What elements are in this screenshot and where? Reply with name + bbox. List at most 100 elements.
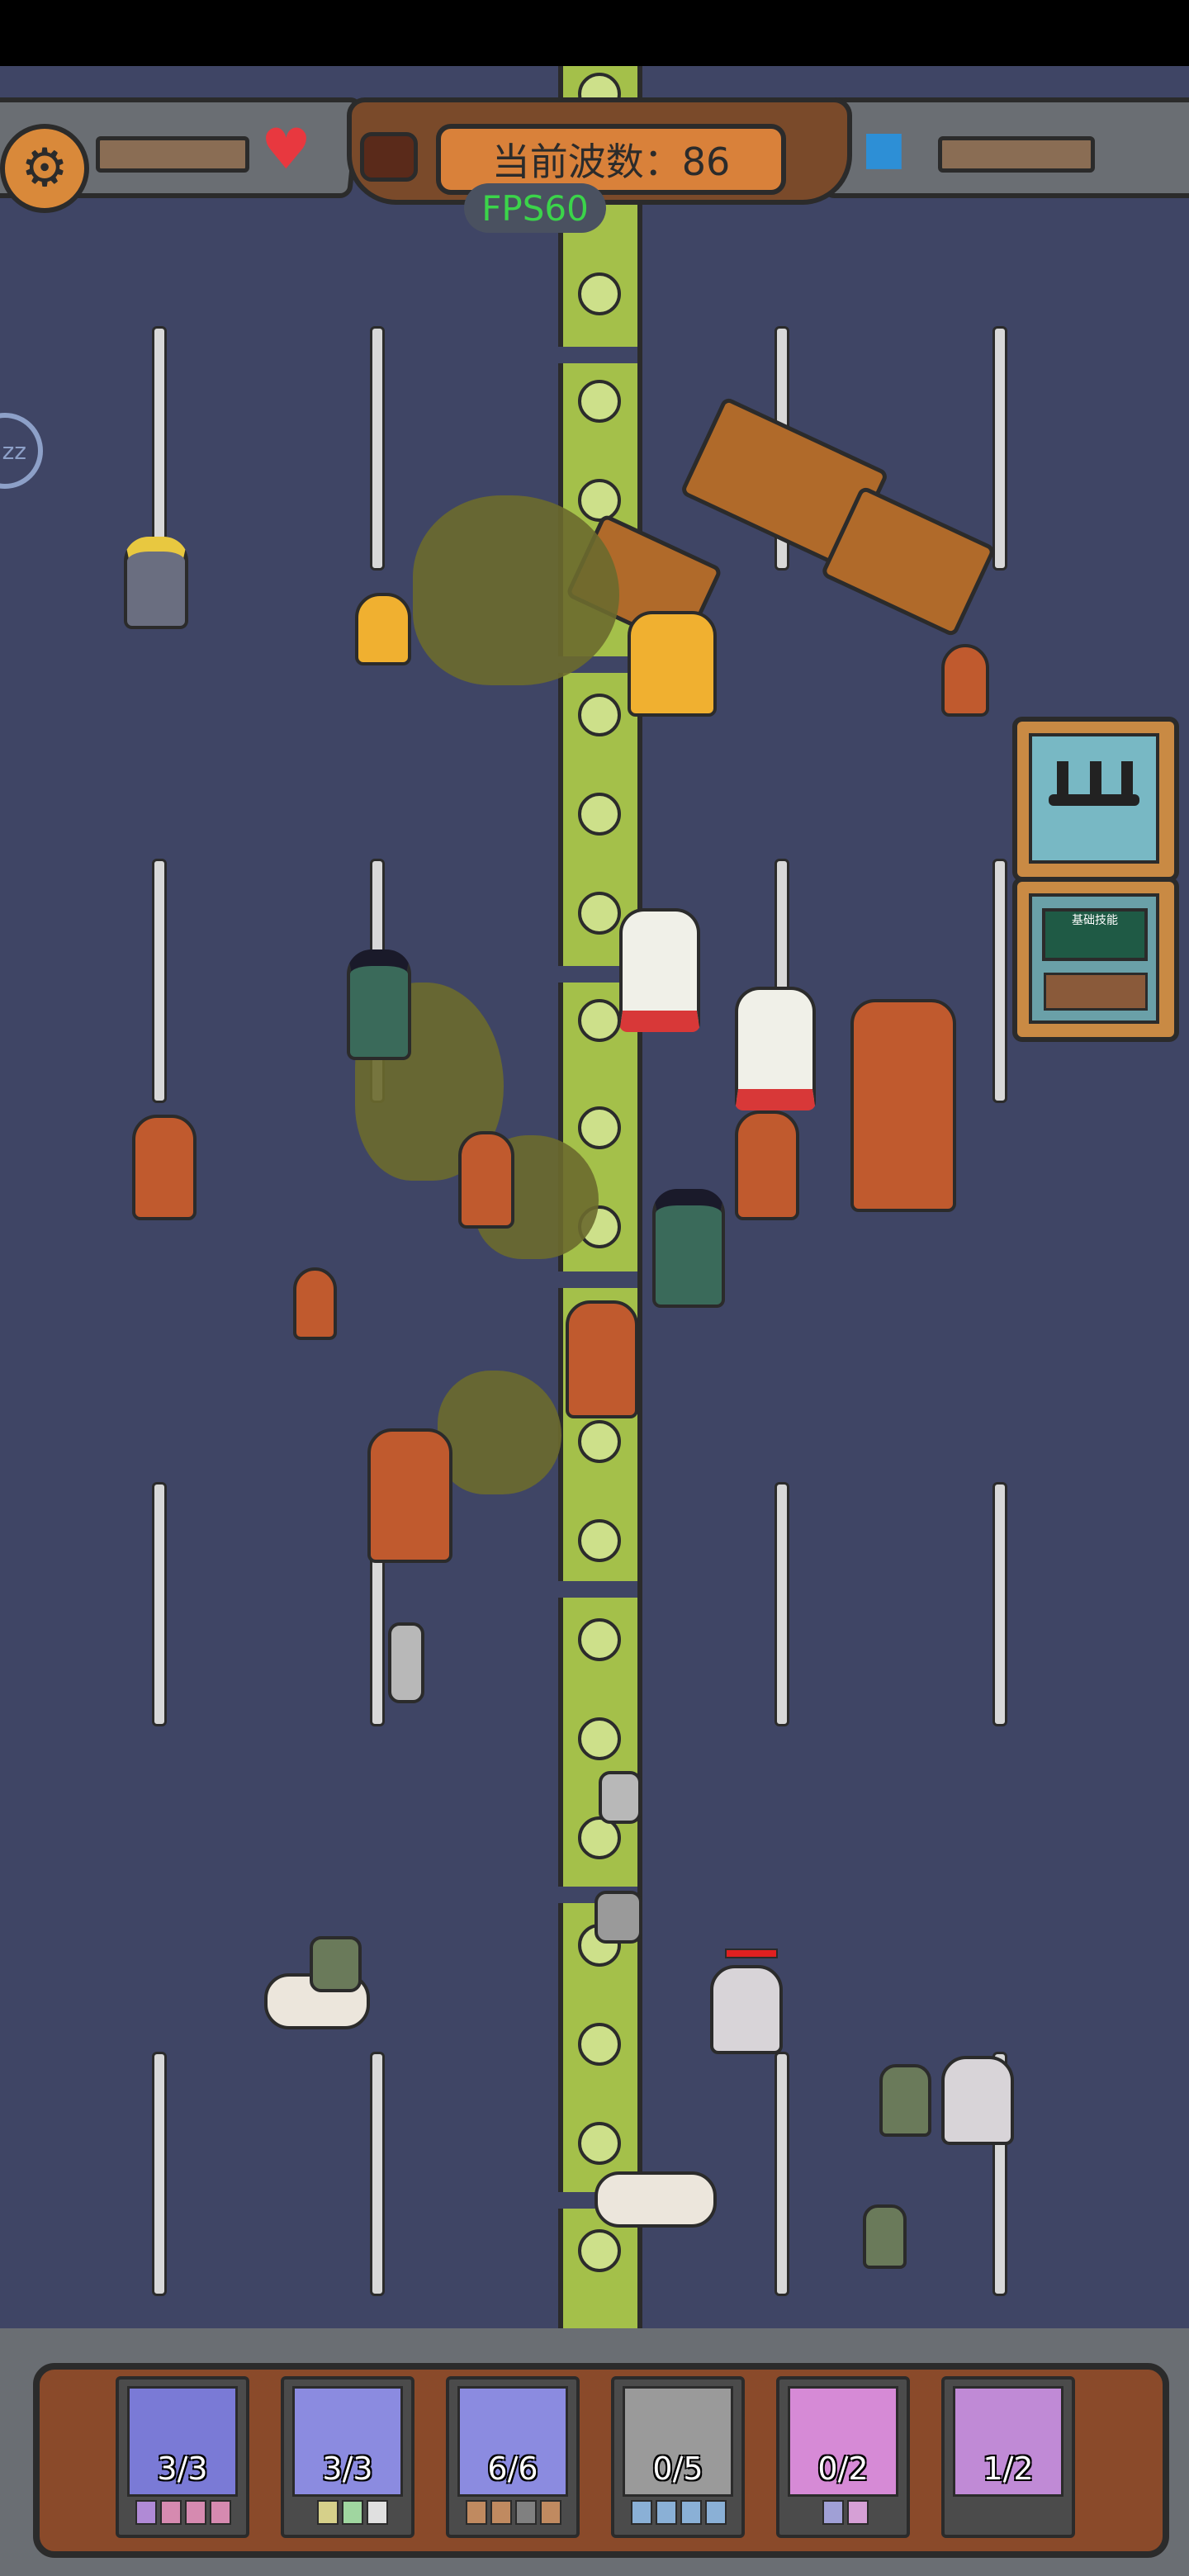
tree-icon bbox=[578, 1519, 621, 1562]
blackboard-icon: 基础技能 bbox=[1029, 893, 1159, 1024]
side-tab-button[interactable]: zz bbox=[0, 413, 43, 489]
skill-icon bbox=[185, 2500, 206, 2525]
skill-icon bbox=[490, 2500, 512, 2525]
median-gap bbox=[553, 1271, 637, 1288]
skill-icon bbox=[342, 2500, 363, 2525]
tree-icon bbox=[578, 999, 621, 1042]
lane-marker bbox=[775, 2052, 789, 2296]
skill-icon bbox=[210, 2500, 231, 2525]
lane-marker bbox=[152, 2052, 167, 2296]
goblin-enemy bbox=[863, 2204, 907, 2269]
skill-icon bbox=[705, 2500, 727, 2525]
spearman-unit bbox=[293, 1267, 337, 1340]
fps-counter: FPS60 bbox=[464, 183, 606, 233]
tree-icon bbox=[578, 2023, 621, 2066]
skill-icon bbox=[631, 2500, 652, 2525]
unit-count: 3/3 bbox=[322, 2451, 373, 2487]
tree-icon bbox=[578, 694, 621, 736]
skill-icon bbox=[847, 2500, 869, 2525]
smoke-cloud bbox=[438, 1371, 561, 1494]
tree-icon bbox=[578, 272, 621, 315]
health-bar bbox=[96, 136, 249, 173]
lane-marker bbox=[992, 859, 1007, 1103]
unit-count: 1/2 bbox=[983, 2451, 1034, 2487]
unit-card-knight[interactable]: 1/2 bbox=[941, 2376, 1075, 2538]
tombstone bbox=[599, 1771, 642, 1824]
unit-card-mage[interactable]: 3/3 bbox=[116, 2376, 249, 2538]
drummer-unit bbox=[619, 908, 700, 1032]
tree-icon bbox=[578, 2229, 621, 2272]
skill-icons bbox=[317, 2500, 388, 2525]
skill-icon bbox=[160, 2500, 182, 2525]
goblin-rider-enemy bbox=[310, 1936, 362, 1992]
skeleton-enemy bbox=[710, 1965, 783, 2054]
knight-unit bbox=[124, 537, 188, 629]
shield-icon bbox=[360, 132, 418, 182]
skill-icon bbox=[466, 2500, 487, 2525]
wolf-enemy bbox=[594, 2171, 717, 2228]
median-gap bbox=[553, 1581, 637, 1598]
tree-icon bbox=[578, 1106, 621, 1149]
skill-icons bbox=[822, 2500, 869, 2525]
unit-count: 3/3 bbox=[157, 2451, 208, 2487]
spearman-unit bbox=[132, 1115, 197, 1220]
unit-card-spearman[interactable]: 6/6 bbox=[446, 2376, 580, 2538]
unit-card-monk[interactable]: 0/2 bbox=[776, 2376, 910, 2538]
resource-bar bbox=[938, 136, 1095, 173]
skill-icon bbox=[540, 2500, 561, 2525]
spearman-unit bbox=[566, 1300, 638, 1418]
lane-marker bbox=[992, 326, 1007, 571]
weapon-rack-icon bbox=[1029, 733, 1159, 864]
unit-card-drummer[interactable]: 3/3 bbox=[281, 2376, 414, 2538]
unit-card-catapult[interactable]: 0/5 bbox=[611, 2376, 745, 2538]
cube-icon: ■ bbox=[862, 121, 906, 175]
unit-count: 6/6 bbox=[487, 2451, 538, 2487]
lane-marker bbox=[152, 326, 167, 571]
classroom-card[interactable]: 基础技能 bbox=[1012, 877, 1179, 1042]
skeleton-enemy bbox=[941, 2056, 1014, 2145]
skill-icon bbox=[680, 2500, 702, 2525]
status-bar bbox=[0, 0, 1189, 66]
tree-icon bbox=[578, 2122, 621, 2165]
lane-marker bbox=[152, 1482, 167, 1726]
spearman-unit bbox=[367, 1428, 452, 1563]
tree-icon bbox=[578, 1618, 621, 1661]
median-gap bbox=[553, 347, 637, 363]
skill-icon bbox=[656, 2500, 677, 2525]
skill-icon bbox=[135, 2500, 157, 2525]
skill-icon bbox=[367, 2500, 388, 2525]
spearman-unit bbox=[850, 999, 956, 1212]
tree-icon bbox=[578, 1420, 621, 1463]
skill-icons bbox=[631, 2500, 727, 2525]
tombstone bbox=[388, 1622, 424, 1703]
tree-icon bbox=[578, 1717, 621, 1760]
tree-icon bbox=[578, 380, 621, 423]
mage-unit bbox=[347, 949, 411, 1060]
tree-icon bbox=[578, 479, 621, 522]
monk-unit bbox=[628, 611, 717, 717]
unit-count: 0/5 bbox=[652, 2451, 703, 2487]
tree-icon bbox=[578, 892, 621, 935]
mage-unit bbox=[652, 1189, 725, 1308]
gear-icon[interactable]: ⚙ bbox=[0, 124, 89, 213]
weapon-rack-card[interactable] bbox=[1012, 717, 1179, 882]
skill-icons bbox=[135, 2500, 231, 2525]
lane-marker bbox=[992, 1482, 1007, 1726]
lane-marker bbox=[775, 1482, 789, 1726]
tree-icon bbox=[578, 793, 621, 836]
spearman-unit bbox=[941, 644, 989, 717]
skill-icons bbox=[466, 2500, 561, 2525]
lane-marker bbox=[370, 326, 385, 571]
drummer-unit bbox=[735, 987, 816, 1110]
spearman-unit bbox=[458, 1131, 514, 1229]
goblin-enemy bbox=[879, 2064, 931, 2137]
enemy-health-bar bbox=[725, 1949, 778, 1958]
unit-count: 0/2 bbox=[817, 2451, 869, 2487]
lane-marker bbox=[152, 859, 167, 1103]
skill-icon bbox=[317, 2500, 339, 2525]
heart-icon: ♥ bbox=[261, 117, 311, 182]
tombstone bbox=[594, 1891, 642, 1944]
spearman-unit bbox=[735, 1110, 799, 1220]
skill-icon bbox=[822, 2500, 844, 2525]
lane-marker bbox=[370, 2052, 385, 2296]
